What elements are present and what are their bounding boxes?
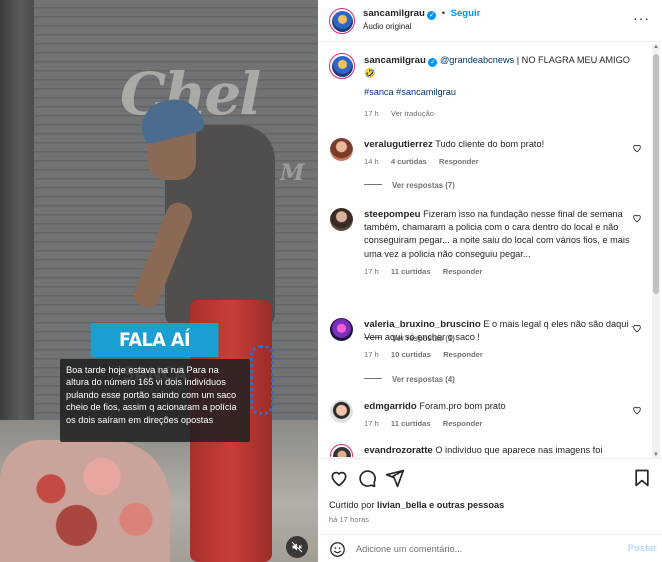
comment-username[interactable]: veralugutierrez	[364, 139, 433, 150]
like-heart-icon[interactable]	[632, 213, 642, 223]
comment-meta: 17 h 11 curtidas Responder	[364, 265, 640, 278]
verified-icon: ✓	[428, 58, 438, 67]
caption-body: sancamilgrau ✓ @grandeabcnews | NO FLAGR…	[364, 54, 640, 120]
comment-meta: 17 h 11 curtidas Responder	[364, 417, 640, 430]
scrollbar-thumb[interactable]	[653, 54, 659, 294]
comments-scroll-area[interactable]: sancamilgrau ✓ @grandeabcnews | NO FLAGR…	[318, 43, 662, 457]
comment-meta: 17 h 10 curtidas Responder	[364, 348, 640, 361]
reply-button[interactable]: Responder	[443, 350, 483, 359]
emoji-icon[interactable]	[329, 541, 346, 558]
caption-meta: 17 h Ver tradução	[364, 107, 640, 120]
liked-by-suffix[interactable]: e outras pessoas	[427, 500, 504, 510]
more-options-icon[interactable]: ···	[633, 10, 650, 26]
scroll-up-icon[interactable]: ▲	[653, 44, 659, 50]
avatar-image	[331, 55, 353, 77]
liked-by: Curtido por livian_bella e outras pessoa…	[329, 500, 504, 510]
avatar[interactable]	[330, 318, 353, 341]
emoji-laugh: 🤣	[364, 68, 376, 79]
comment-time[interactable]: 17 h	[364, 419, 379, 428]
comment-body: valeria_bruxino_bruscino E o mais legal …	[364, 318, 640, 362]
liked-by-user[interactable]: livian_bella	[377, 500, 427, 510]
header-user-line: sancamilgrau ✓ • Seguir	[363, 8, 480, 20]
verified-icon: ✓	[427, 11, 437, 20]
video-badge: FALA AÍ SANCA	[90, 323, 219, 385]
post-time[interactable]: há 17 horas	[329, 515, 369, 524]
wire-bundle	[250, 345, 274, 415]
reply-button[interactable]: Responder	[443, 267, 483, 276]
bookmark-icon[interactable]	[632, 468, 652, 488]
header-username[interactable]: sancamilgrau	[363, 8, 425, 19]
comment-username[interactable]: valeria_bruxino_bruscino	[364, 319, 481, 330]
translate-link[interactable]: Ver tradução	[391, 109, 434, 118]
comment-likes[interactable]: 11 curtidas	[391, 267, 431, 276]
view-replies-label: Ver respostas (7)	[392, 181, 455, 190]
comment-text: Tudo cliente do bom prato!	[435, 139, 545, 149]
graffiti-text-small: M	[280, 160, 305, 186]
view-replies-button[interactable]: Ver respostas (7)	[364, 181, 455, 190]
like-heart-icon[interactable]	[329, 468, 349, 488]
share-icon[interactable]	[385, 468, 405, 488]
replies-line	[364, 378, 382, 379]
comment-body: evandrozoratte O indivíduo que aparece n…	[364, 444, 640, 457]
post-actions: Curtido por livian_bella e outras pessoa…	[318, 458, 662, 562]
comment-body: steepompeu Fizeram isso na fundação ness…	[364, 208, 640, 278]
audio-link[interactable]: Áudio original	[363, 22, 411, 31]
like-heart-icon[interactable]	[632, 405, 642, 415]
reply-button[interactable]: Responder	[439, 157, 479, 166]
comment-likes[interactable]: 11 curtidas	[391, 419, 431, 428]
replies-line	[364, 184, 382, 185]
post-button[interactable]: Postar	[628, 543, 657, 553]
comment-time[interactable]: 17 h	[364, 267, 379, 276]
caption-time[interactable]: 17 h	[364, 109, 379, 118]
like-heart-icon[interactable]	[632, 323, 642, 333]
post-header: sancamilgrau ✓ • Seguir Áudio original ·…	[318, 0, 662, 42]
view-replies-label: Ver respostas (4)	[392, 375, 455, 384]
scrollbar[interactable]: ▲ ▼	[652, 44, 660, 458]
avatar-image	[331, 10, 353, 32]
comment-username[interactable]: edmgarrido	[364, 401, 417, 412]
avatar[interactable]	[329, 8, 355, 34]
avatar[interactable]	[330, 138, 353, 161]
follow-button[interactable]: Seguir	[451, 8, 481, 19]
avatar-image	[332, 446, 351, 457]
comment-body: edmgarrido Foram.pro bom prato 17 h 11 c…	[364, 400, 640, 430]
comment-username[interactable]: steepompeu	[364, 209, 421, 220]
separator-dot: •	[441, 8, 446, 18]
comment-meta: 14 h 4 curtidas Responder	[364, 155, 640, 168]
mute-button[interactable]	[286, 536, 308, 558]
speaker-muted-icon	[291, 541, 303, 553]
post-panel: sancamilgrau ✓ • Seguir Áudio original ·…	[318, 0, 662, 562]
view-replies-button[interactable]: Ver respostas (4)	[364, 375, 455, 384]
comment-text: O indivíduo que aparece nas imagens foi	[435, 445, 603, 455]
comment-body: veralugutierrez Tudo cliente do bom prat…	[364, 138, 640, 168]
comment-likes[interactable]: 4 curtidas	[391, 157, 427, 166]
comment-bar: Postar	[318, 534, 662, 562]
like-heart-icon[interactable]	[632, 143, 642, 153]
liked-by-prefix: Curtido por	[329, 500, 378, 510]
avatar[interactable]	[330, 208, 353, 231]
video-player[interactable]: Chel M FALA AÍ SANCA Boa tarde hoje esta…	[0, 0, 318, 562]
comment-icon[interactable]	[357, 468, 377, 488]
comment-likes[interactable]: 10 curtidas	[391, 350, 431, 359]
avatar[interactable]	[329, 53, 355, 79]
hashtags[interactable]: #sanca #sancamilgrau	[364, 86, 640, 99]
caption-text: | NO FLAGRA MEU AMIGO	[514, 55, 630, 65]
avatar[interactable]	[330, 400, 353, 423]
video-caption: Boa tarde hoje estava na rua Para na alt…	[60, 359, 250, 442]
comment-username[interactable]: evandrozoratte	[364, 445, 433, 456]
comment-time[interactable]: 14 h	[364, 157, 379, 166]
reply-button[interactable]: Responder	[443, 419, 483, 428]
fabric-bag	[0, 440, 170, 562]
mention-link[interactable]: @grandeabcnews	[440, 55, 514, 65]
caption-username[interactable]: sancamilgrau	[364, 55, 426, 66]
comment-text: Foram.pro bom prato	[419, 401, 506, 411]
avatar[interactable]	[330, 444, 353, 457]
comment-input[interactable]	[356, 541, 606, 557]
comment-time[interactable]: 17 h	[364, 350, 379, 359]
